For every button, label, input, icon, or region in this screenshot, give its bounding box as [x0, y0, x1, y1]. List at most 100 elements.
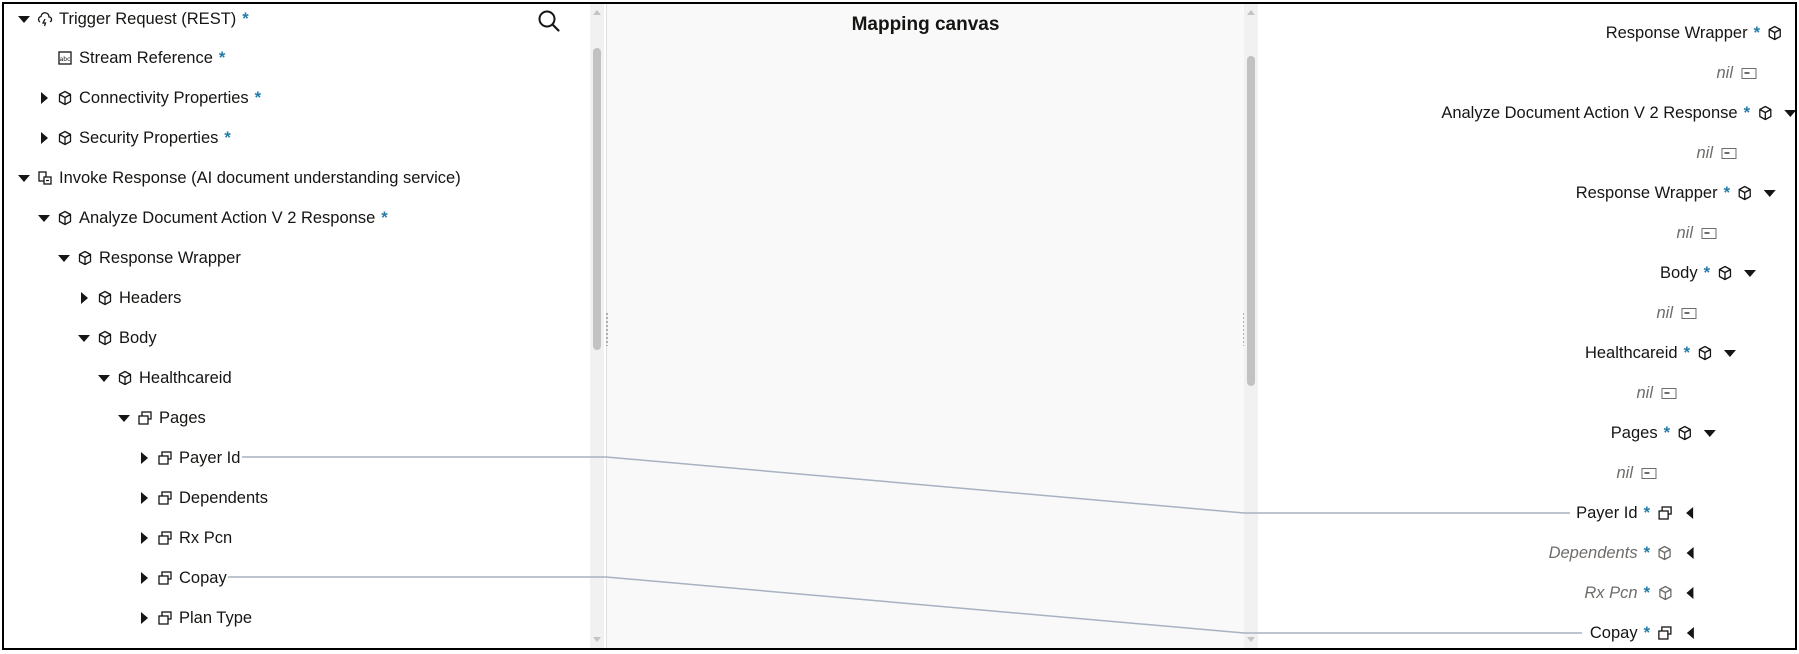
tree-node-body[interactable]: Body — [76, 318, 157, 358]
tree-node-response-wrapper[interactable]: Response Wrapper — [56, 238, 241, 278]
collapse-toggle[interactable] — [1762, 185, 1778, 201]
required-marker: * — [1683, 343, 1690, 362]
target-node-label: Dependents — [1548, 543, 1638, 562]
required-marker: * — [1753, 23, 1760, 42]
source-tree-scrollbar[interactable] — [590, 4, 604, 648]
tree-node-label: Headers — [119, 288, 182, 307]
object-cube-icon — [1676, 424, 1694, 442]
collapse-toggle[interactable] — [1782, 105, 1795, 121]
target-node-rx-pcn[interactable]: Rx Pcn * — [1584, 573, 1698, 613]
target-tree-scrollbar[interactable] — [1244, 4, 1258, 648]
tree-node-label: Trigger Request (REST) — [59, 9, 237, 28]
expand-toggle[interactable] — [36, 130, 52, 146]
tree-node-label: Dependents — [179, 488, 268, 507]
target-node-payer-id[interactable]: Payer Id * — [1576, 493, 1698, 533]
target-node-response-wrapper-inner[interactable]: Response Wrapper * — [1576, 173, 1778, 213]
nil-label: nil — [1616, 463, 1633, 482]
scrollbar-thumb[interactable] — [1247, 56, 1255, 386]
tree-node-label: Plan Type — [179, 608, 253, 627]
target-node-dependents[interactable]: Dependents * — [1549, 533, 1698, 573]
tree-node-dependents[interactable]: Dependents — [136, 478, 268, 518]
target-node-body[interactable]: Body * — [1660, 253, 1758, 293]
collapse-toggle[interactable] — [1722, 345, 1738, 361]
target-node-analyze-document-response[interactable]: Analyze Document Action V 2 Response * — [1441, 93, 1795, 133]
target-node-label: Response Wrapper — [1605, 23, 1748, 42]
tree-node-copay[interactable]: Copay — [136, 558, 227, 598]
target-nil-row[interactable]: nil — [1636, 373, 1676, 413]
expand-toggle[interactable] — [136, 610, 152, 626]
scroll-up-arrow-icon[interactable] — [1247, 10, 1255, 15]
collapse-toggle[interactable] — [116, 410, 132, 426]
object-cube-icon — [1736, 184, 1754, 202]
scroll-up-arrow-icon[interactable] — [593, 10, 601, 15]
tree-node-pages[interactable]: Pages — [116, 398, 206, 438]
svg-text:abc: abc — [60, 56, 71, 63]
tree-node-security-properties[interactable]: Security Properties * — [36, 118, 231, 158]
collapse-toggle[interactable] — [16, 170, 32, 186]
array-icon — [1656, 624, 1674, 642]
target-node-copay[interactable]: Copay * — [1589, 613, 1698, 648]
tree-node-plan-type[interactable]: Plan Type — [136, 598, 252, 638]
tree-node-headers[interactable]: Headers — [76, 278, 181, 318]
collapse-toggle[interactable] — [1742, 265, 1758, 281]
tree-node-stream-reference[interactable]: abc Stream Reference * — [36, 38, 225, 78]
tree-node-trigger-request[interactable]: Trigger Request (REST) * — [16, 4, 249, 39]
collapse-toggle[interactable] — [56, 250, 72, 266]
tree-node-rx-pcn[interactable]: Rx Pcn — [136, 518, 232, 558]
required-marker: * — [1723, 183, 1730, 202]
target-node-healthcareid[interactable]: Healthcareid * — [1585, 333, 1738, 373]
target-nil-row[interactable]: nil — [1616, 453, 1656, 493]
expand-toggle[interactable] — [136, 450, 152, 466]
tree-node-invoke-response[interactable]: Invoke Response (AI document understandi… — [16, 158, 461, 198]
scrollbar-thumb[interactable] — [593, 48, 601, 350]
collapse-toggle[interactable] — [1702, 425, 1718, 441]
expand-left-toggle[interactable] — [1682, 545, 1698, 561]
expand-left-toggle[interactable] — [1682, 585, 1698, 601]
array-icon — [156, 449, 174, 467]
expand-toggle[interactable] — [136, 490, 152, 506]
mapping-canvas[interactable]: Mapping canvas — [605, 4, 1246, 648]
left-resize-handle[interactable] — [605, 312, 609, 346]
tree-node-analyze-document-response[interactable]: Analyze Document Action V 2 Response * — [36, 198, 388, 238]
tree-node-label: Stream Reference — [79, 48, 213, 67]
tree-node-label: Analyze Document Action V 2 Response — [79, 208, 376, 227]
required-marker: * — [1703, 263, 1710, 282]
target-nil-row[interactable]: nil — [1716, 53, 1756, 93]
expand-left-toggle[interactable] — [1682, 625, 1698, 641]
target-node-label: Analyze Document Action V 2 Response — [1441, 103, 1738, 122]
target-nil-row[interactable]: nil — [1656, 293, 1696, 333]
nil-field-icon — [1721, 147, 1736, 159]
expand-toggle[interactable] — [36, 90, 52, 106]
tree-node-healthcareid[interactable]: Healthcareid — [96, 358, 232, 398]
required-marker: * — [218, 48, 226, 67]
source-tree-panel: Trigger Request (REST) * abc Stream Refe… — [4, 4, 604, 648]
target-nil-row[interactable]: nil — [1696, 133, 1736, 173]
collapse-toggle[interactable] — [76, 330, 92, 346]
collapse-toggle[interactable] — [36, 210, 52, 226]
target-nil-row[interactable]: nil — [1676, 213, 1716, 253]
tree-node-payer-id[interactable]: Payer Id — [136, 438, 240, 478]
object-cube-icon — [96, 289, 114, 307]
expand-toggle[interactable] — [76, 290, 92, 306]
target-node-response-wrapper[interactable]: Response Wrapper * — [1606, 13, 1784, 53]
object-cube-icon — [1656, 584, 1674, 602]
array-icon — [156, 529, 174, 547]
object-cube-icon — [56, 89, 74, 107]
required-marker: * — [1643, 543, 1650, 562]
expand-toggle[interactable] — [136, 570, 152, 586]
collapse-toggle[interactable] — [96, 370, 112, 386]
target-node-pages[interactable]: Pages * — [1611, 413, 1718, 453]
required-marker: * — [1643, 503, 1650, 522]
nil-label: nil — [1696, 143, 1713, 162]
scroll-down-arrow-icon[interactable] — [593, 637, 601, 642]
target-node-label: Copay — [1589, 623, 1638, 642]
tree-node-connectivity-properties[interactable]: Connectivity Properties * — [36, 78, 261, 118]
search-icon[interactable] — [536, 8, 562, 34]
collapse-toggle[interactable] — [16, 11, 32, 27]
expand-left-toggle[interactable] — [1682, 505, 1698, 521]
tree-node-label: Invoke Response (AI document understandi… — [59, 168, 461, 187]
scroll-down-arrow-icon[interactable] — [1247, 637, 1255, 642]
tree-node-label: Pages — [159, 408, 206, 427]
expand-toggle[interactable] — [136, 530, 152, 546]
invoke-response-icon — [36, 169, 54, 187]
